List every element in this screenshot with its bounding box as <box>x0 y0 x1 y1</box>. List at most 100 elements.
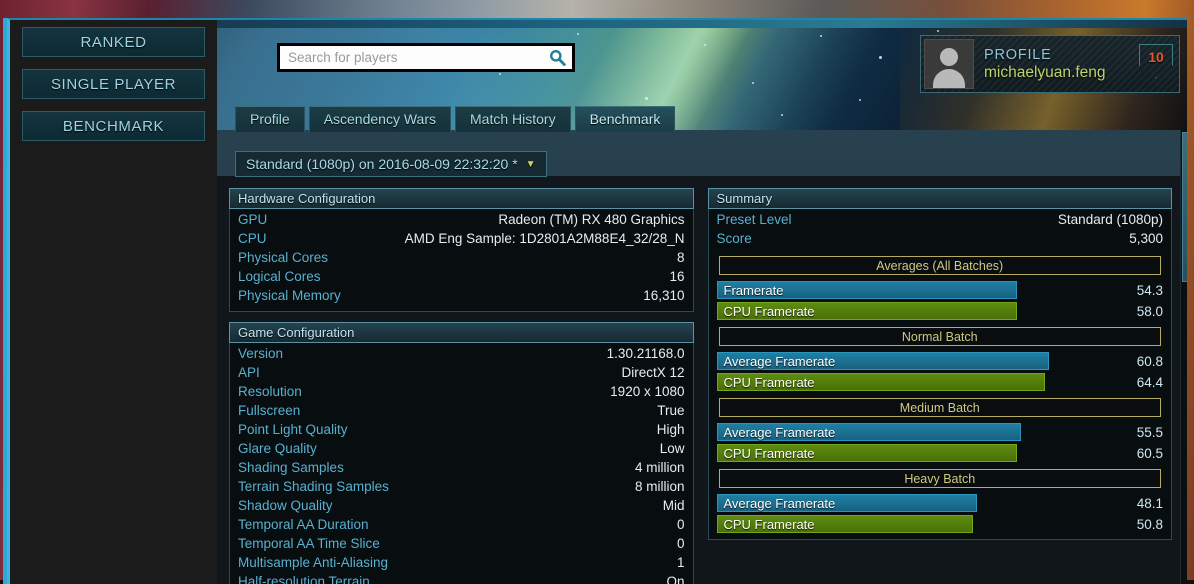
framerate-bar: CPU Framerate <box>717 444 1017 462</box>
left-sidebar: RANKED SINGLE PLAYER BENCHMARK <box>10 20 217 584</box>
bar-track: Average Framerate <box>717 352 1118 370</box>
profile-username: michaelyuan.feng <box>984 64 1136 82</box>
framerate-value: 60.8 <box>1117 354 1163 369</box>
config-row-value: Mid <box>663 498 685 513</box>
tab-match-history[interactable]: Match History <box>455 106 571 132</box>
config-row: FullscreenTrue <box>238 403 685 422</box>
framerate-bar: CPU Framerate <box>717 515 973 533</box>
panel-title: Hardware Configuration <box>229 188 694 209</box>
right-column: Summary Preset Level Standard (1080p) Scor… <box>708 188 1173 584</box>
vertical-scrollbar[interactable] <box>1180 130 1187 584</box>
framerate-bar: CPU Framerate <box>717 302 1017 320</box>
scrollbar-thumb[interactable] <box>1182 132 1187 282</box>
player-search-box[interactable] <box>277 43 575 72</box>
config-row-value: 0 <box>677 517 685 532</box>
config-row: Half-resolution Terrain On <box>238 574 685 584</box>
game-configuration-panel: Game Configuration Version 1.30.21168.0 AP… <box>229 322 694 584</box>
framerate-bar-row: CPU Framerate 50.8 <box>717 514 1164 534</box>
config-row-key: API <box>238 365 260 380</box>
summary-row-key: Preset Level <box>717 212 792 227</box>
framerate-value: 55.5 <box>1117 425 1163 440</box>
framerate-bar-row: Average Framerate55.5 <box>717 422 1164 442</box>
tab-profile[interactable]: Profile <box>235 106 305 132</box>
framerate-bar-row: CPU Framerate60.5 <box>717 443 1164 463</box>
summary-rows: Preset Level Standard (1080p) Score5,300 Av… <box>708 209 1173 540</box>
bar-track: CPU Framerate <box>717 373 1118 391</box>
tab-label: Match History <box>470 111 556 127</box>
user-avatar-icon <box>940 48 958 66</box>
config-row-key: Point Light Quality <box>238 422 348 437</box>
sidebar-item-label: BENCHMARK <box>63 118 164 135</box>
sidebar-item-benchmark[interactable]: BENCHMARK <box>22 111 205 141</box>
hardware-configuration-panel: Hardware Configuration GPURadeon (TM) RX… <box>229 188 694 312</box>
sidebar-item-ranked[interactable]: RANKED <box>22 27 205 57</box>
benchmark-run-dropdown[interactable]: Standard (1080p) on 2016-08-09 22:32:20 … <box>235 151 547 177</box>
batch-heading: Averages (All Batches) <box>719 256 1162 275</box>
tab-label: Profile <box>250 111 290 127</box>
framerate-bar-row: Average Framerate 60.8 <box>717 351 1164 371</box>
framerate-value: 54.3 <box>1117 283 1163 298</box>
framerate-value: 50.8 <box>1117 517 1163 532</box>
tab-ascendency-wars[interactable]: Ascendency Wars <box>309 106 451 132</box>
summary-panel: Summary Preset Level Standard (1080p) Scor… <box>708 188 1173 540</box>
config-row: Temporal AA Duration0 <box>238 517 685 536</box>
config-row-value: AMD Eng Sample: 1D2801A2M88E4_32/28_N <box>405 231 685 246</box>
chevron-down-icon: ▼ <box>526 152 536 177</box>
config-row-value: Low <box>660 441 685 456</box>
framerate-bar: Average Framerate <box>717 352 1049 370</box>
framerate-bar-row: CPU Framerate58.0 <box>717 301 1164 321</box>
framerate-bar: Framerate <box>717 281 1017 299</box>
config-row-key: Multisample Anti-Aliasing <box>238 555 388 570</box>
config-row: Physical Cores8 <box>238 250 685 269</box>
banner-top-strip <box>217 20 1187 28</box>
tab-label: Benchmark <box>590 111 661 127</box>
config-row: Glare Quality Low <box>238 441 685 460</box>
config-row-value: 16 <box>669 269 684 284</box>
benchmark-body: Standard (1080p) on 2016-08-09 22:32:20 … <box>217 130 1187 584</box>
panel-title: Game Configuration <box>229 322 694 343</box>
hardware-rows: GPURadeon (TM) RX 480 GraphicsCPUAMD Eng… <box>229 209 694 312</box>
config-row: Resolution1920 x 1080 <box>238 384 685 403</box>
config-row-key: Shading Samples <box>238 460 344 475</box>
sidebar-item-single-player[interactable]: SINGLE PLAYER <box>22 69 205 99</box>
config-row-key: Version <box>238 346 283 361</box>
tab-benchmark[interactable]: Benchmark <box>575 106 676 132</box>
config-row-value: On <box>666 574 684 584</box>
config-row-value: 1.30.21168.0 <box>607 346 685 361</box>
config-row: Temporal AA Time Slice0 <box>238 536 685 555</box>
config-row: Physical Memory16,310 <box>238 288 685 307</box>
left-column: Hardware Configuration GPURadeon (TM) RX… <box>229 188 694 584</box>
game-config-rows: Version 1.30.21168.0 API DirectX 12 Resoluti… <box>229 343 694 584</box>
profile-card[interactable]: PROFILE michaelyuan.feng 10 <box>920 35 1180 93</box>
config-row: Version 1.30.21168.0 <box>238 346 685 365</box>
summary-row: Score5,300 <box>717 231 1164 250</box>
config-row: Multisample Anti-Aliasing1 <box>238 555 685 574</box>
config-row-key: Glare Quality <box>238 441 317 456</box>
panel-title: Summary <box>708 188 1173 209</box>
framerate-bar-row: Average Framerate48.1 <box>717 493 1164 513</box>
config-row-key: Resolution <box>238 384 302 399</box>
bar-track: Framerate <box>717 281 1118 299</box>
config-row-value: Radeon (TM) RX 480 Graphics <box>498 212 684 227</box>
app-window: RANKED SINGLE PLAYER BENCHMARK <box>7 18 1187 584</box>
config-row-key: Half-resolution Terrain <box>238 574 370 584</box>
config-row-value: 4 million <box>635 460 685 475</box>
framerate-bar-row: CPU Framerate64.4 <box>717 372 1164 392</box>
config-row-key: Terrain Shading Samples <box>238 479 389 494</box>
summary-row: Preset Level Standard (1080p) <box>717 212 1164 231</box>
config-row: Shading Samples 4 million <box>238 460 685 479</box>
summary-row-key: Score <box>717 231 752 246</box>
batch-heading: Heavy Batch <box>719 469 1162 488</box>
framerate-bar: CPU Framerate <box>717 373 1045 391</box>
summary-row-value: Standard (1080p) <box>1058 212 1163 227</box>
config-row-value: DirectX 12 <box>621 365 684 380</box>
search-icon[interactable] <box>542 46 572 69</box>
framerate-value: 48.1 <box>1117 496 1163 511</box>
config-row: Shadow Quality Mid <box>238 498 685 517</box>
config-row-key: Shadow Quality <box>238 498 333 513</box>
run-dropdown-label: Standard (1080p) on 2016-08-09 22:32:20 … <box>246 152 518 177</box>
content-region: PROFILE michaelyuan.feng 10 Profile Asce… <box>217 20 1187 584</box>
search-input[interactable] <box>280 50 542 65</box>
config-row-value: 16,310 <box>643 288 684 303</box>
config-row-key: Fullscreen <box>238 403 300 418</box>
